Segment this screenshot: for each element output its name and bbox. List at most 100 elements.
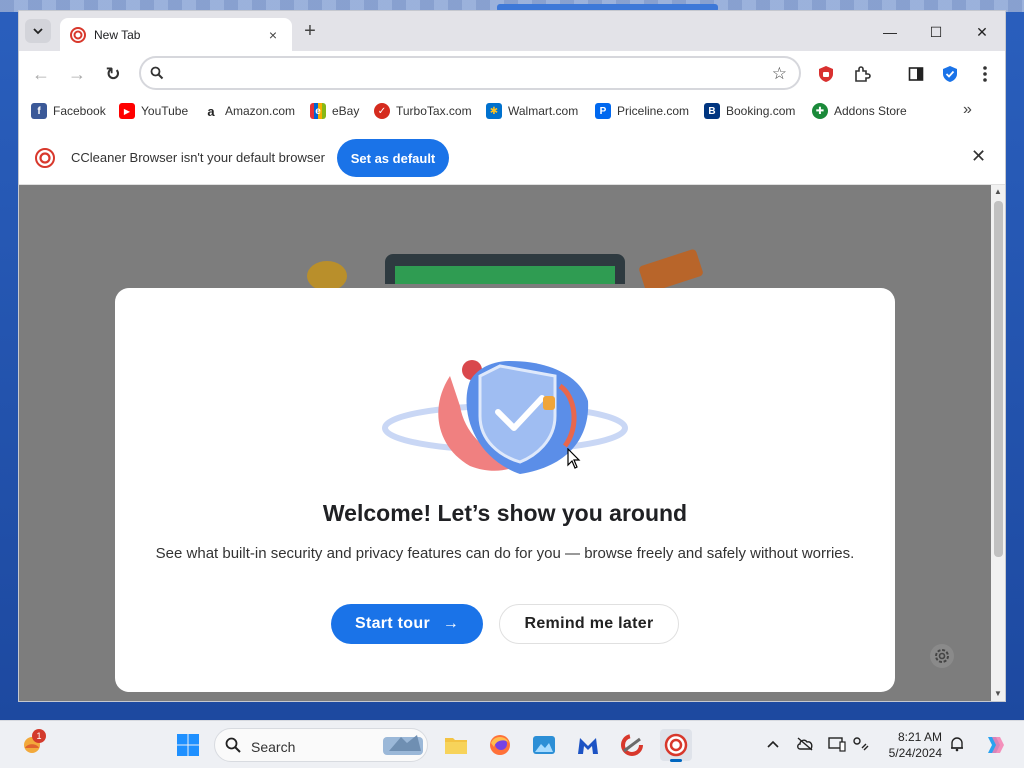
- notification-badge: 1: [32, 729, 46, 743]
- start-button-windows-icon[interactable]: [172, 729, 204, 761]
- set-as-default-button[interactable]: Set as default: [337, 139, 449, 177]
- page-content-overlay: Welcome! Let’s show you around See what …: [19, 185, 991, 701]
- maximize-button[interactable]: ☐: [913, 19, 959, 45]
- tab-close-icon[interactable]: ×: [264, 27, 282, 43]
- taskbar-search-box[interactable]: Search: [214, 728, 428, 762]
- bookmark-label: TurboTax.com: [396, 104, 472, 118]
- turbotax-icon: ✓: [374, 103, 390, 119]
- amazon-icon: a: [203, 103, 219, 119]
- clock-time: 8:21 AM: [897, 730, 942, 744]
- close-window-button[interactable]: ✕: [959, 19, 1005, 45]
- notifications-bell-icon[interactable]: [948, 735, 966, 753]
- bookmark-label: eBay: [332, 104, 360, 118]
- addons-store-icon: ✚: [812, 103, 828, 119]
- remind-me-later-button[interactable]: Remind me later: [499, 604, 679, 644]
- reload-button[interactable]: ↻: [100, 61, 126, 87]
- bookmark-addons-store[interactable]: ✚ Addons Store: [812, 101, 907, 121]
- tab-title: New Tab: [94, 27, 141, 42]
- address-bar[interactable]: ☆: [139, 56, 801, 90]
- clock-date: 5/24/2024: [888, 746, 942, 760]
- show-hidden-icons-chevron-icon[interactable]: [764, 735, 782, 753]
- bookmark-label: Booking.com: [726, 104, 796, 118]
- scroll-up-arrow-icon[interactable]: ▲: [994, 187, 1002, 196]
- system-clock[interactable]: 8:21 AM 5/24/2024: [880, 729, 942, 761]
- scroll-thumb[interactable]: [994, 201, 1003, 557]
- onedrive-offline-icon[interactable]: [796, 735, 814, 753]
- background-coin-illustration: [307, 261, 347, 291]
- bookmark-label: Amazon.com: [225, 104, 296, 118]
- youtube-icon: ▶: [119, 103, 135, 119]
- menu-kebab-icon[interactable]: [974, 63, 996, 85]
- mouse-cursor-icon: [567, 448, 581, 469]
- network-volume-icon[interactable]: [852, 735, 870, 753]
- facebook-icon: f: [31, 103, 47, 119]
- welcome-description: See what built-in security and privacy f…: [155, 545, 855, 562]
- search-icon: [225, 737, 241, 753]
- page-scrollbar[interactable]: ▲ ▼: [991, 185, 1005, 701]
- infobar-message: CCleaner Browser isn't your default brow…: [71, 150, 325, 165]
- browser-window: New Tab × + — ☐ ✕ ← → ↻ ☆ f Facebook ▶ Y…: [18, 10, 1006, 702]
- side-panel-icon[interactable]: [905, 63, 927, 85]
- ccleaner-browser-taskbar-icon[interactable]: [660, 729, 692, 762]
- start-tour-label: Start tour: [354, 615, 430, 632]
- forward-button[interactable]: →: [64, 61, 90, 87]
- address-input[interactable]: [173, 64, 753, 82]
- security-shield-extension-icon[interactable]: [815, 63, 837, 85]
- scroll-down-arrow-icon[interactable]: ▼: [994, 689, 1002, 698]
- bookmark-booking[interactable]: B Booking.com: [704, 101, 795, 121]
- title-bar: New Tab × + — ☐ ✕: [19, 11, 1005, 51]
- tab-new-tab[interactable]: New Tab ×: [60, 18, 292, 51]
- walmart-icon: ✱: [486, 103, 502, 119]
- arrow-right-icon: →: [442, 615, 460, 632]
- laptop-screen: [395, 266, 615, 284]
- booking-icon: B: [704, 103, 720, 119]
- privacy-shield-icon[interactable]: [939, 63, 961, 85]
- ccleaner-app-icon[interactable]: [616, 729, 648, 761]
- bookmark-label: YouTube: [141, 104, 189, 118]
- bookmark-label: Priceline.com: [617, 104, 690, 118]
- bookmark-turbotax[interactable]: ✓ TurboTax.com: [374, 101, 472, 121]
- minimize-button[interactable]: —: [867, 19, 913, 45]
- background-laptop-illustration: [385, 254, 625, 284]
- start-tour-button[interactable]: Start tour →: [331, 604, 483, 644]
- file-explorer-icon[interactable]: [440, 729, 472, 761]
- windows-taskbar: Search 8:21 AM 5/24/2024: [0, 720, 1024, 768]
- bookmarks-bar: f Facebook ▶ YouTube a Amazon.com e eBay…: [19, 95, 1005, 127]
- bookmark-facebook[interactable]: f Facebook: [31, 101, 106, 121]
- default-browser-infobar: CCleaner Browser isn't your default brow…: [19, 132, 1005, 185]
- bookmark-walmart[interactable]: ✱ Walmart.com: [486, 101, 578, 121]
- chevron-down-icon: [33, 28, 43, 35]
- navigation-toolbar: ← → ↻ ☆: [19, 51, 1005, 95]
- photos-app-icon[interactable]: [528, 729, 560, 761]
- extensions-puzzle-icon[interactable]: [851, 63, 873, 85]
- security-shield-illustration: [382, 360, 628, 474]
- search-label: Search: [251, 739, 296, 755]
- ccleaner-logo-icon: [70, 26, 86, 43]
- search-icon: [150, 66, 164, 80]
- bookmarks-overflow-chevron-icon[interactable]: »: [963, 101, 972, 119]
- welcome-dialog: Welcome! Let’s show you around See what …: [115, 288, 895, 692]
- bookmark-priceline[interactable]: P Priceline.com: [595, 101, 689, 121]
- firefox-icon[interactable]: [484, 729, 516, 761]
- copilot-icon[interactable]: [978, 729, 1010, 761]
- bookmark-star-icon[interactable]: ☆: [772, 64, 787, 84]
- back-button[interactable]: ←: [28, 61, 54, 87]
- welcome-title: Welcome! Let’s show you around: [322, 500, 688, 526]
- settings-gear-icon[interactable]: [929, 643, 955, 669]
- bookmark-label: Walmart.com: [508, 104, 579, 118]
- active-app-indicator: [670, 759, 682, 762]
- bookmark-label: Facebook: [53, 104, 106, 118]
- priceline-icon: P: [595, 103, 611, 119]
- tab-search-button[interactable]: [25, 19, 51, 43]
- ccleaner-logo-icon: [35, 148, 55, 168]
- bookmark-ebay[interactable]: e eBay: [310, 101, 359, 121]
- search-highlight-illustration-icon: [383, 735, 423, 755]
- infobar-close-icon[interactable]: ✕: [971, 146, 986, 167]
- malwarebytes-icon[interactable]: [572, 729, 604, 761]
- background-card-illustration: [638, 248, 704, 294]
- new-tab-button[interactable]: +: [299, 21, 321, 43]
- bookmark-label: Addons Store: [834, 104, 907, 118]
- bookmark-youtube[interactable]: ▶ YouTube: [119, 101, 188, 121]
- display-device-icon[interactable]: [828, 735, 846, 753]
- bookmark-amazon[interactable]: a Amazon.com: [203, 101, 295, 121]
